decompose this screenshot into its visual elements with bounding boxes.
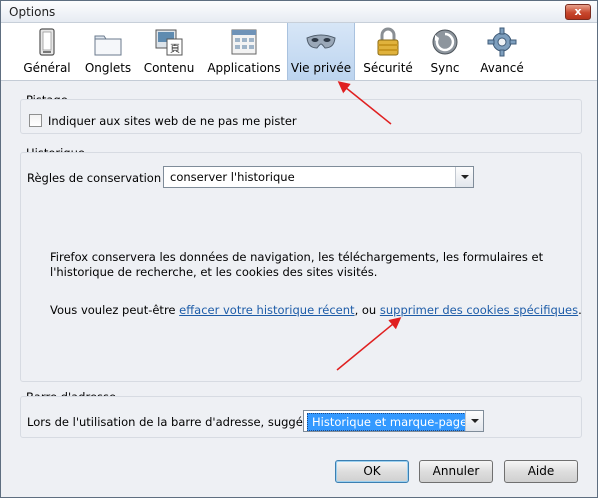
tab-applications[interactable]: Applications xyxy=(205,23,283,80)
tab-sync[interactable]: Sync xyxy=(421,23,469,80)
ok-button[interactable]: OK xyxy=(335,460,409,483)
tab-privacy[interactable]: Vie privée xyxy=(287,23,355,80)
retention-rules-select[interactable]: conserver l'historique xyxy=(163,166,474,188)
suggestion-suffix: . xyxy=(578,303,582,317)
tab-security[interactable]: Sécurité xyxy=(361,23,415,80)
tab-label: Contenu xyxy=(143,61,195,75)
address-bar-suggest-value: Historique et marque-pages xyxy=(307,413,479,431)
do-not-track-checkbox[interactable] xyxy=(29,114,42,127)
suggestion-prefix: Vous voulez peut-être xyxy=(50,303,180,317)
svg-text:頁: 頁 xyxy=(170,43,180,55)
tab-tabs[interactable]: Onglets xyxy=(81,23,135,80)
chevron-down-icon[interactable] xyxy=(455,167,473,187)
tab-label: Vie privée xyxy=(290,61,352,75)
suggestion-separator: , ou xyxy=(354,303,380,317)
tab-general[interactable]: Général xyxy=(19,23,75,80)
history-suggestion: Vous voulez peut-être effacer votre hist… xyxy=(50,303,582,317)
tab-label: Sync xyxy=(430,61,460,75)
tab-content[interactable]: 頁 Contenu xyxy=(141,23,197,80)
general-icon xyxy=(39,28,55,56)
tab-advanced[interactable]: Avancé xyxy=(475,23,529,80)
tab-label: Onglets xyxy=(84,61,132,75)
close-button[interactable]: x xyxy=(565,4,591,20)
title-bar[interactable]: Options x xyxy=(1,1,597,23)
content-icon: 頁 xyxy=(155,29,183,56)
preferences-toolbar: Général Onglets 頁 Contenu Applications V… xyxy=(1,23,597,81)
address-bar-suggest-label: Lors de l'utilisation de la barre d'adre… xyxy=(27,415,327,429)
clear-history-link[interactable]: effacer votre historique récent xyxy=(179,303,354,317)
tabs-icon xyxy=(94,35,122,56)
retention-rules-label: Règles de conservation : xyxy=(27,171,169,185)
options-window: Options x Général Onglets 頁 Contenu Appl… xyxy=(0,0,598,498)
do-not-track-label[interactable]: Indiquer aux sites web de ne pas me pist… xyxy=(48,114,297,128)
history-info-line2: l'historique de recherche, et les cookie… xyxy=(50,265,378,279)
cancel-button[interactable]: Annuler xyxy=(419,460,493,483)
gear-icon xyxy=(487,27,517,57)
tab-label: Général xyxy=(23,61,71,75)
lock-icon xyxy=(377,27,399,56)
help-button[interactable]: Aide xyxy=(504,460,578,483)
sync-icon xyxy=(432,29,458,55)
tab-label: Avancé xyxy=(480,61,524,75)
chevron-down-icon[interactable] xyxy=(465,411,483,431)
address-bar-suggest-select[interactable]: Historique et marque-pages xyxy=(303,410,484,432)
tab-label: Sécurité xyxy=(363,61,413,75)
remove-cookies-link[interactable]: supprimer des cookies spécifiques xyxy=(380,303,578,317)
applications-icon xyxy=(231,29,257,55)
tab-label: Applications xyxy=(207,61,281,75)
retention-rules-value: conserver l'historique xyxy=(170,170,295,184)
history-info-line1: Firefox conservera les données de naviga… xyxy=(50,250,544,264)
window-title: Options xyxy=(9,5,56,19)
privacy-mask-icon xyxy=(306,34,336,49)
